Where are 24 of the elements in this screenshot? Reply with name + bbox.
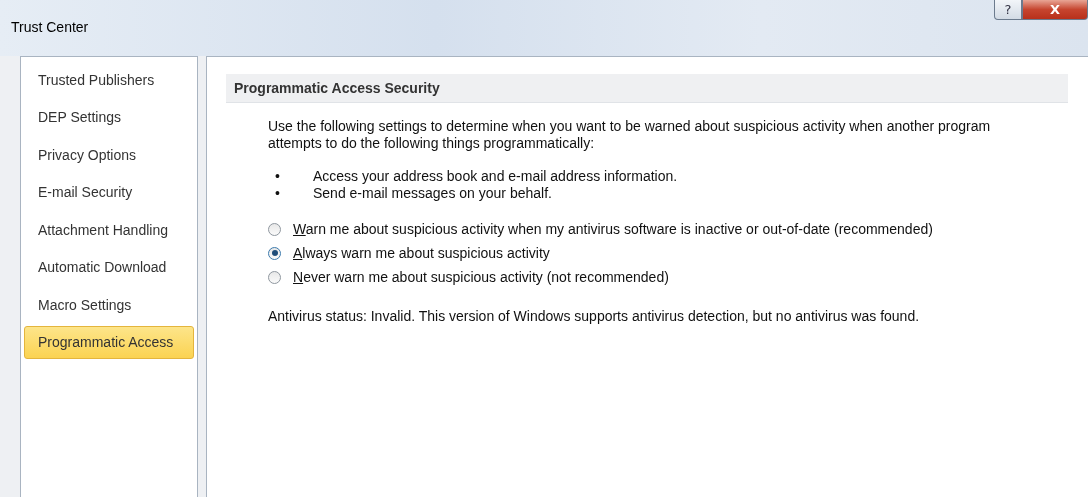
- radio-label[interactable]: Always warn me about suspicious activity: [293, 245, 550, 261]
- intro-text: Use the following settings to determine when you want to be warned about suspicious activity when another program attempts to do the following things programmatically:: [268, 118, 992, 152]
- radio-button[interactable]: [268, 246, 281, 260]
- sidebar-item[interactable]: E-mail Security: [24, 175, 194, 209]
- bullet-marker: •: [275, 185, 281, 202]
- sidebar-item[interactable]: Trusted Publishers: [24, 63, 194, 96]
- close-button[interactable]: X: [1022, 0, 1088, 20]
- radio-label[interactable]: Warn me about suspicious activity when my antivirus software is inactive or out-of-date (recommended): [293, 221, 933, 237]
- sidebar-item[interactable]: DEP Settings: [24, 100, 194, 134]
- section-title: Programmatic Access Security: [234, 80, 440, 96]
- window-title: Trust Center: [11, 19, 89, 35]
- radio-label[interactable]: Never warn me about suspicious activity (not recommended): [293, 269, 669, 285]
- sidebar-item[interactable]: Programmatic Access: [24, 325, 194, 359]
- bullet-text: Send e-mail messages on your behalf.: [313, 185, 552, 202]
- help-button[interactable]: ?: [994, 0, 1022, 20]
- sidebar-item[interactable]: Macro Settings: [24, 288, 194, 321]
- sidebar-item[interactable]: Privacy Options: [24, 138, 194, 171]
- sidebar-item[interactable]: Attachment Handling: [24, 213, 194, 246]
- antivirus-status-text: Antivirus status: Invalid. This version of Windows supports antivirus detection, but no antivirus was found.: [268, 308, 921, 324]
- sidebar-item[interactable]: Automatic Download: [24, 250, 194, 284]
- bullet-text: Access your address book and e-mail address information.: [313, 168, 678, 185]
- radio-button[interactable]: [268, 270, 281, 284]
- radio-button[interactable]: [268, 222, 281, 236]
- bullet-marker: •: [275, 168, 281, 185]
